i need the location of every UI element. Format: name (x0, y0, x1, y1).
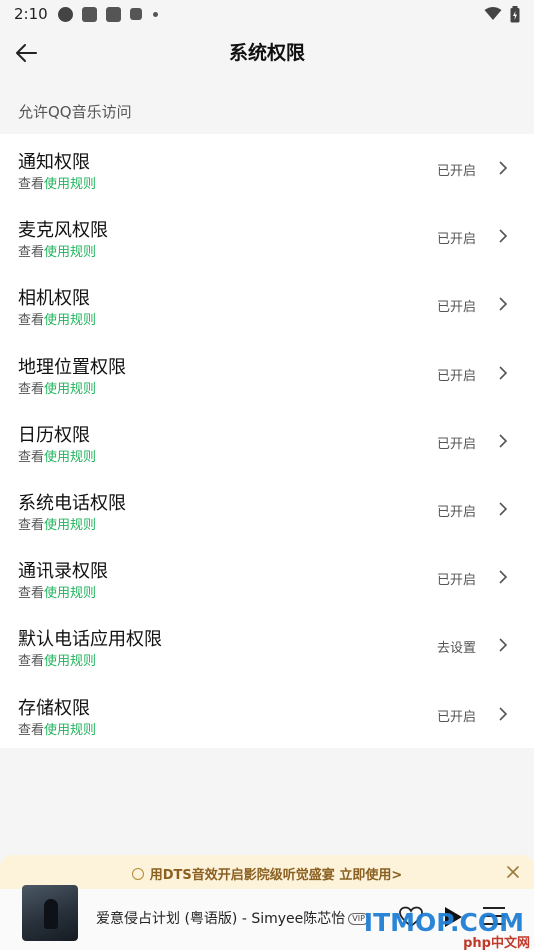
permission-title: 相机权限 (18, 288, 90, 310)
chevron-right-icon (499, 297, 508, 311)
banner-text: 用DTS音效开启影院级听觉盛宴 立即使用> (0, 864, 534, 883)
permission-status: 已开启 (436, 573, 476, 589)
permission-subtitle: 查看使用规则 (18, 173, 96, 192)
permission-subtitle: 查看使用规则 (18, 309, 96, 328)
subtitle-prefix: 查看 (18, 586, 45, 602)
chevron-right-icon (499, 161, 508, 175)
permission-title: 麦克风权限 (18, 220, 108, 242)
permission-row-default-phone-app[interactable]: 默认电话应用权限 查看使用规则 去设置 (0, 611, 534, 679)
dts-promo-banner[interactable]: 用DTS音效开启影院级听觉盛宴 立即使用> (0, 855, 534, 889)
subtitle-prefix: 查看 (18, 449, 45, 465)
page-title: 系统权限 (228, 42, 305, 64)
permission-status: 已开启 (436, 164, 476, 179)
chevron-right-icon (499, 570, 508, 584)
usage-rules-link[interactable]: 使用规则 (44, 313, 96, 328)
battery-icon (510, 5, 520, 22)
chevron-right-icon (499, 706, 508, 721)
chevron-right-icon (499, 229, 508, 243)
permission-row-contacts[interactable]: 通讯录权限 查看使用规则 已开启 (0, 543, 534, 611)
permission-title: 系统电话权限 (18, 492, 126, 514)
watermark-logo-secondary: php中文网 (463, 936, 530, 950)
permission-subtitle: 查看使用规则 (18, 446, 96, 465)
chevron-right-icon (499, 434, 508, 448)
album-cover[interactable] (22, 885, 78, 941)
usage-rules-link[interactable]: 使用规则 (44, 450, 96, 465)
now-playing-title: 爱意侵占计划 (粤语版) - Simyee陈芯怡 VIP (96, 908, 369, 928)
chevron-right-icon (499, 365, 508, 380)
close-icon[interactable] (504, 863, 522, 881)
permission-status: 已开启 (436, 232, 476, 248)
song-title: 爱意侵占计划 (粤语版) - Simyee陈芯怡 (96, 911, 346, 927)
usage-rules-link[interactable]: 使用规则 (44, 518, 96, 533)
permission-status: 已开启 (436, 436, 476, 452)
permission-row-microphone[interactable]: 麦克风权限 查看使用规则 已开启 (0, 202, 534, 270)
cover-figure (44, 899, 58, 929)
permission-subtitle: 查看使用规则 (18, 582, 96, 601)
dts-icon (131, 868, 144, 880)
usage-rules-link[interactable]: 使用规则 (44, 382, 96, 397)
permission-title: 默认电话应用权限 (18, 629, 162, 651)
permission-row-notification[interactable]: 通知权限 查看使用规则 已开启 (0, 134, 534, 202)
section-label: 允许QQ音乐访问 (18, 103, 132, 121)
permission-status: 已开启 (436, 709, 476, 725)
permission-subtitle: 查看使用规则 (18, 378, 96, 397)
chevron-right-icon (499, 502, 508, 516)
permission-title: 地理位置权限 (18, 356, 126, 378)
subtitle-prefix: 查看 (18, 517, 45, 533)
permission-status: 已开启 (436, 504, 476, 520)
permission-status: 去设置 (436, 641, 476, 657)
banner-label: 用DTS音效开启影院级听觉盛宴 立即使用> (149, 868, 403, 883)
usage-rules-link[interactable]: 使用规则 (44, 586, 96, 601)
permission-subtitle: 查看使用规则 (18, 719, 96, 738)
subtitle-prefix: 查看 (18, 381, 45, 397)
permission-subtitle: 查看使用规则 (18, 514, 96, 533)
subtitle-prefix: 查看 (18, 722, 45, 738)
usage-rules-link[interactable]: 使用规则 (44, 245, 96, 260)
app-notification-icon (81, 6, 97, 22)
permission-title: 存储权限 (18, 697, 90, 719)
permission-subtitle: 查看使用规则 (18, 650, 96, 669)
status-bar: 2:10 (0, 0, 534, 28)
subtitle-prefix: 查看 (18, 177, 45, 192)
app-notification-icon (105, 6, 121, 22)
permission-status: 已开启 (436, 368, 476, 384)
subtitle-prefix: 查看 (18, 313, 45, 329)
usage-rules-link[interactable]: 使用规则 (44, 723, 96, 738)
permission-row-location[interactable]: 地理位置权限 查看使用规则 已开启 (0, 339, 534, 407)
more-notifications-icon (152, 11, 158, 17)
usage-rules-link[interactable]: 使用规则 (44, 654, 96, 669)
permission-row-storage[interactable]: 存储权限 查看使用规则 已开启 (0, 680, 534, 748)
usage-rules-link[interactable]: 使用规则 (44, 177, 96, 192)
app-notification-icon (129, 8, 142, 20)
permission-row-calendar[interactable]: 日历权限 查看使用规则 已开启 (0, 407, 534, 475)
status-time: 2:10 (14, 5, 48, 23)
wifi-icon (484, 7, 502, 20)
chevron-right-icon (499, 638, 508, 652)
permission-title: 通讯录权限 (18, 561, 108, 583)
subtitle-prefix: 查看 (18, 245, 45, 261)
permission-status: 已开启 (436, 300, 476, 316)
subtitle-prefix: 查看 (18, 654, 45, 670)
app-bar: 系统权限 (0, 28, 534, 78)
permission-row-camera[interactable]: 相机权限 查看使用规则 已开启 (0, 270, 534, 338)
permission-subtitle: 查看使用规则 (18, 241, 96, 260)
permission-title: 日历权限 (18, 424, 90, 446)
permission-title: 通知权限 (18, 152, 90, 173)
permission-row-phone[interactable]: 系统电话权限 查看使用规则 已开启 (0, 475, 534, 543)
permission-list: 通知权限 查看使用规则 已开启 麦克风权限 查看使用规则 已开启 相机权限 查看… (0, 134, 534, 748)
app-notification-icon (57, 6, 73, 22)
